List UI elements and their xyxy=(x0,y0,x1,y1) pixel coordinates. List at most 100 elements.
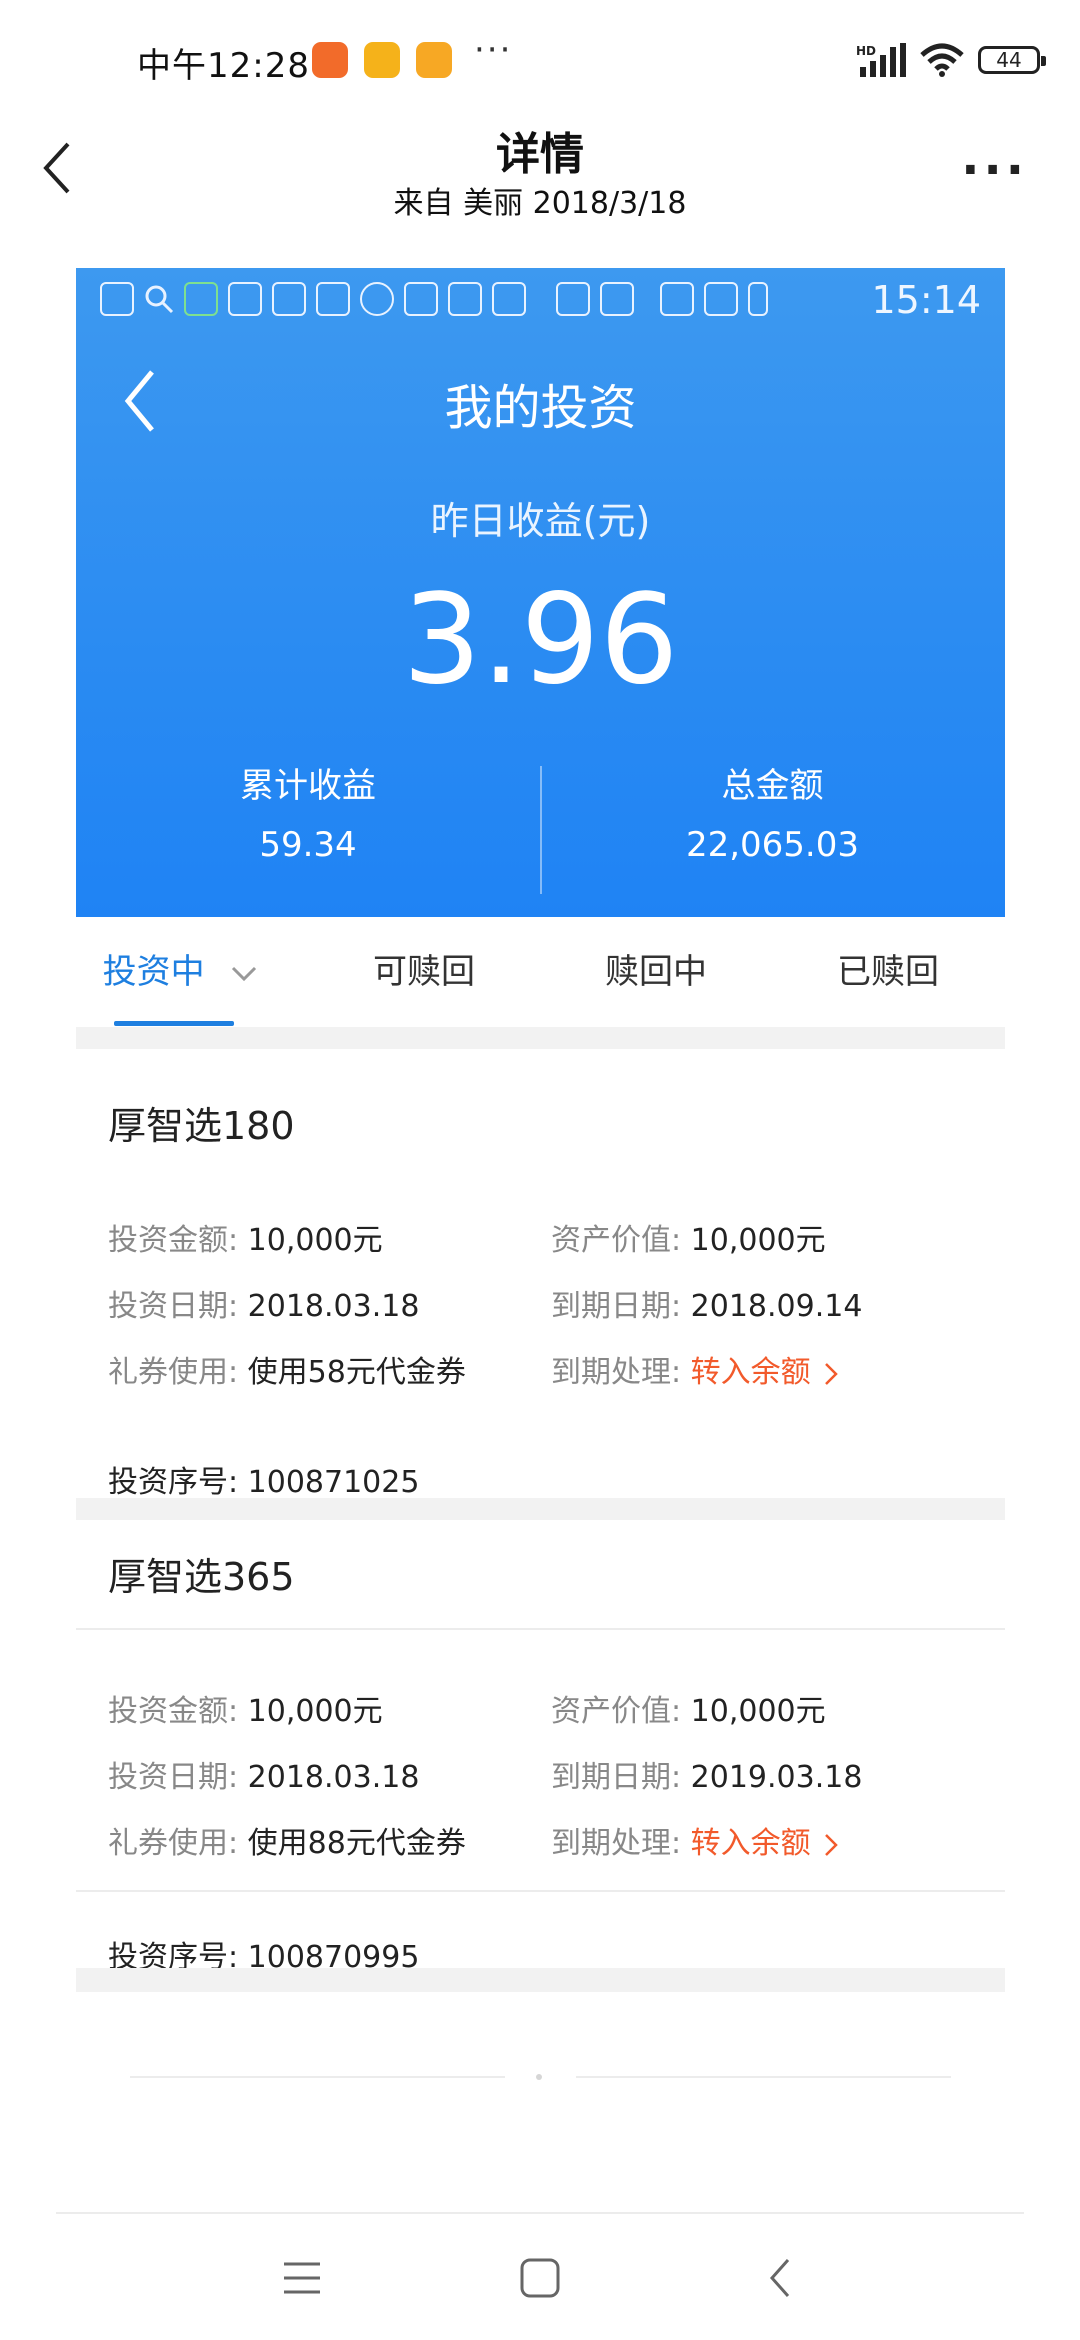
app-icon xyxy=(184,282,218,316)
product-name: 厚智选180 xyxy=(108,1104,295,1148)
app-icon xyxy=(228,282,262,316)
tab-bar: 投资中 可赎回 赎回中 已赎回 xyxy=(76,917,1005,1027)
app-icon xyxy=(316,282,350,316)
message-icon xyxy=(100,282,134,316)
chevron-down-icon xyxy=(232,966,257,981)
colorful-app-icon xyxy=(312,42,348,78)
cumulative-earnings-label: 累计收益 xyxy=(240,766,376,806)
mail-icon xyxy=(364,42,400,78)
svg-text:HD: HD xyxy=(856,44,876,58)
chevron-right-icon xyxy=(825,1833,838,1856)
field-label: 礼券使用: xyxy=(108,1355,239,1390)
section-gap xyxy=(76,1027,1005,1049)
investment-serial: 投资序号: 100871025 xyxy=(108,1457,419,1501)
more-notifications-icon: ··· xyxy=(474,30,513,70)
product-card[interactable]: 厚智选365 投资金额: 10,000元 资产价值: 10,000元 投资日期:… xyxy=(76,1520,1005,1992)
tab-investing[interactable]: 投资中 xyxy=(76,917,284,1027)
coupon-usage: 礼券使用: 使用58元代金券 xyxy=(108,1347,466,1391)
status-right: HD 44 xyxy=(856,40,1046,80)
field-value: 2018.03.18 xyxy=(247,1760,420,1795)
field-label: 到期处理: xyxy=(551,1355,682,1390)
field-label: 投资金额: xyxy=(108,1223,239,1258)
menu-icon[interactable] xyxy=(272,2248,332,2308)
cumulative-earnings: 累计收益 59.34 xyxy=(76,758,540,865)
page-subtitle: 来自 美丽 2018/3/18 xyxy=(393,186,687,221)
battery-icon: 44 xyxy=(978,46,1046,74)
maturity-handling[interactable]: 到期处理: 转入余额 xyxy=(551,1818,838,1862)
field-label: 投资日期: xyxy=(108,1289,239,1324)
coupon-usage: 礼券使用: 使用88元代金券 xyxy=(108,1818,466,1862)
nav-separator xyxy=(56,2212,1024,2214)
total-amount-label: 总金额 xyxy=(721,766,824,806)
field-label: 礼券使用: xyxy=(108,1826,239,1861)
investment-amount: 投资金额: 10,000元 xyxy=(108,1215,383,1259)
investment-summary-panel: 15:14 我的投资 昨日收益(元) 3.96 累计收益 59.34 总金额 2… xyxy=(76,268,1005,917)
cumulative-earnings-value: 59.34 xyxy=(259,825,357,865)
field-value: 使用58元代金券 xyxy=(247,1355,466,1390)
due-date: 到期日期: 2018.09.14 xyxy=(551,1281,862,1325)
hotspot-icon xyxy=(556,282,590,316)
field-label: 资产价值: xyxy=(551,1223,682,1258)
divider xyxy=(76,1628,1005,1630)
page-title: 详情 xyxy=(496,129,584,180)
inner-page-title: 我的投资 xyxy=(444,380,637,436)
embedded-screenshot[interactable]: 15:14 我的投资 昨日收益(元) 3.96 累计收益 59.34 总金额 2… xyxy=(76,268,1005,1992)
section-gap xyxy=(76,1968,1005,1992)
divider xyxy=(76,1890,1005,1892)
field-label: 到期处理: xyxy=(551,1826,682,1861)
tab-redeeming[interactable]: 赎回中 xyxy=(540,917,772,1027)
app-icon xyxy=(272,282,306,316)
maturity-handling[interactable]: 到期处理: 转入余额 xyxy=(551,1347,838,1391)
s-icon xyxy=(448,282,482,316)
app-icon xyxy=(404,282,438,316)
asset-value: 资产价值: 10,000元 xyxy=(551,1686,826,1730)
sim-icon xyxy=(600,282,634,316)
investment-date: 投资日期: 2018.03.18 xyxy=(108,1752,419,1796)
paw-icon xyxy=(492,282,526,316)
inner-status-time: 15:14 xyxy=(871,278,981,322)
field-label: 投资金额: xyxy=(108,1694,239,1729)
inner-status-bar: 15:14 xyxy=(76,268,1005,338)
signal-4g-icon xyxy=(704,282,738,316)
field-value: 10,000元 xyxy=(247,1694,383,1729)
field-value: 100871025 xyxy=(247,1465,420,1500)
signal-icon: HD xyxy=(856,43,906,77)
transfer-to-balance-link[interactable]: 转入余额 xyxy=(691,1826,811,1861)
field-value: 2018.03.18 xyxy=(247,1289,420,1324)
field-value: 使用88元代金券 xyxy=(247,1826,466,1861)
due-date: 到期日期: 2019.03.18 xyxy=(551,1752,862,1796)
signal-e-icon xyxy=(660,282,694,316)
tab-label: 投资中 xyxy=(102,952,205,992)
field-label: 投资序号: xyxy=(108,1465,239,1500)
field-label: 到期日期: xyxy=(551,1289,682,1324)
back-icon[interactable] xyxy=(752,2248,812,2308)
end-divider xyxy=(130,2076,505,2078)
home-icon[interactable] xyxy=(510,2248,570,2308)
transfer-to-balance-link[interactable]: 转入余额 xyxy=(691,1355,811,1390)
total-amount-value: 22,065.03 xyxy=(685,825,860,865)
tab-redeemed[interactable]: 已赎回 xyxy=(772,917,1004,1027)
field-value: 10,000元 xyxy=(690,1223,826,1258)
field-label: 资产价值: xyxy=(551,1694,682,1729)
field-label: 到期日期: xyxy=(551,1760,682,1795)
yesterday-earnings-label: 昨日收益(元) xyxy=(430,499,651,543)
yesterday-earnings-value: 3.96 xyxy=(402,568,679,712)
end-dot xyxy=(536,2074,542,2080)
note-icon xyxy=(416,42,452,78)
field-label: 投资日期: xyxy=(108,1760,239,1795)
asset-value: 资产价值: 10,000元 xyxy=(551,1215,826,1259)
total-amount: 总金额 22,065.03 xyxy=(540,758,1005,865)
active-tab-indicator xyxy=(114,1021,234,1026)
field-value: 10,000元 xyxy=(247,1223,383,1258)
field-value: 2019.03.18 xyxy=(690,1760,863,1795)
wifi-icon xyxy=(920,43,964,77)
more-options-icon[interactable]: ··· xyxy=(961,142,1028,198)
battery-icon xyxy=(748,282,768,316)
section-gap xyxy=(76,1498,1005,1520)
infinity-icon xyxy=(360,282,394,316)
battery-level: 44 xyxy=(996,48,1022,72)
status-time: 中午12:28 xyxy=(137,46,310,86)
investment-date: 投资日期: 2018.03.18 xyxy=(108,1281,419,1325)
investment-amount: 投资金额: 10,000元 xyxy=(108,1686,383,1730)
tab-redeemable[interactable]: 可赎回 xyxy=(308,917,540,1027)
